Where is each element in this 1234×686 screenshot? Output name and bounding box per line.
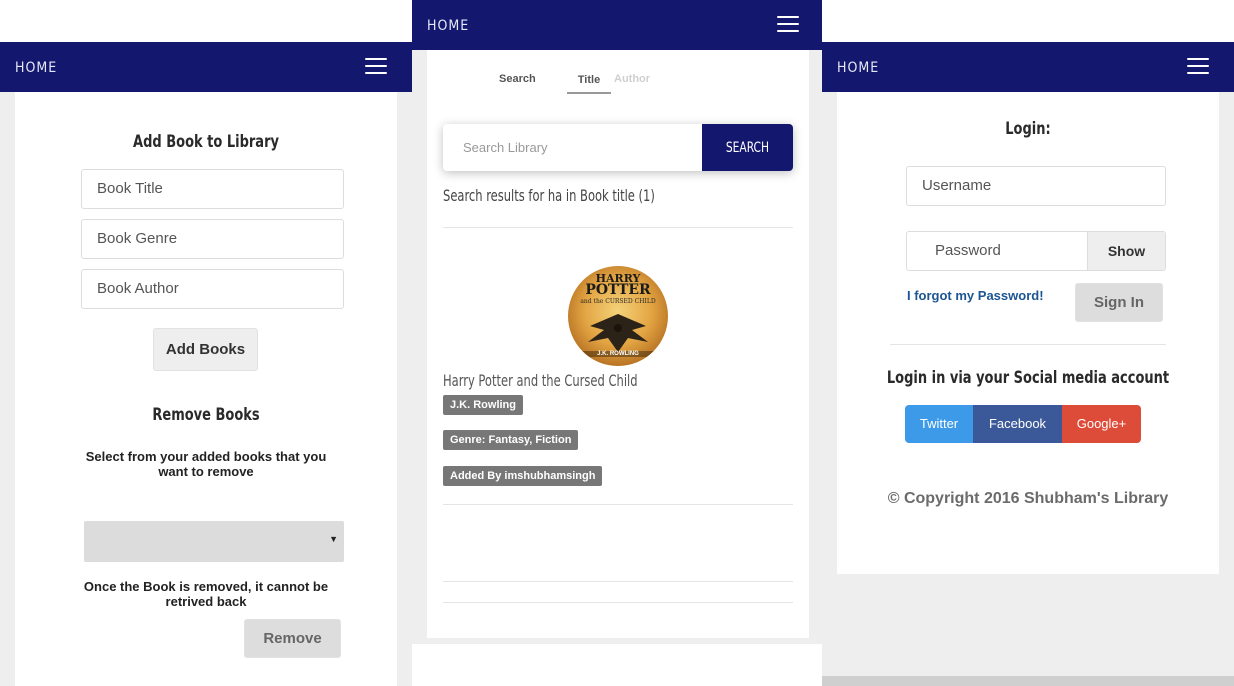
remove-warning: Once the Book is removed, it cannot be r… (83, 579, 329, 609)
author-badge: J.K. Rowling (443, 395, 523, 415)
divider (443, 581, 793, 582)
search-card: Search Title Author Search Library SEARC… (427, 50, 809, 638)
facebook-label: Facebook (988, 416, 1047, 431)
book-author-input[interactable]: Book Author (81, 269, 344, 309)
search-bar: Search Library SEARCH (443, 124, 793, 171)
remove-instruction: Select from your added books that you wa… (85, 449, 327, 479)
library-card: Add Book to Library Book Title Book Genr… (15, 92, 397, 686)
scrollbar-track[interactable] (822, 676, 1234, 686)
hamburger-menu-icon[interactable] (1187, 58, 1209, 74)
add-books-button[interactable]: Add Books (153, 328, 258, 371)
divider (443, 227, 793, 228)
divider (890, 344, 1166, 345)
added-by-badge: Added By imshubhamsingh (443, 466, 603, 486)
book-genre-input[interactable]: Book Genre (81, 219, 344, 259)
show-label: Show (1107, 243, 1146, 259)
remove-button[interactable]: Remove (244, 619, 341, 658)
nav-home-link[interactable]: HOME (837, 60, 879, 76)
right-panel: HOME Login: Username Password Show I for… (822, 42, 1234, 686)
sign-in-button[interactable]: Sign In (1075, 283, 1163, 322)
search-button-label: SEARCH (725, 140, 770, 156)
remove-books-heading: Remove Books (152, 405, 260, 425)
left-panel: HOME Add Book to Library Book Title Book… (0, 42, 412, 686)
forgot-password-link[interactable]: I forgot my Password! (907, 288, 1044, 303)
tab-author[interactable]: Author (614, 73, 650, 85)
twitter-button[interactable]: Twitter (905, 405, 973, 443)
tab-title[interactable]: Title (567, 67, 611, 94)
hamburger-menu-icon[interactable] (777, 16, 799, 32)
add-book-heading: Add Book to Library (133, 132, 279, 152)
dropdown-arrow-icon: ▼ (329, 534, 338, 544)
divider (443, 504, 793, 505)
login-heading: Login: (1005, 119, 1051, 139)
copyright: © Copyright 2016 Shubham's Library (887, 490, 1169, 507)
navbar: HOME (822, 42, 1234, 92)
cover-author: J.K. ROWLING (568, 351, 668, 357)
google-button[interactable]: Google+ (1062, 405, 1141, 443)
navbar: HOME (0, 42, 412, 92)
center-panel: HOME Search Title Author Search Library … (412, 0, 822, 644)
genre-badge: Genre: Fantasy, Fiction (443, 430, 579, 450)
search-label: Search (499, 73, 536, 85)
book-title-input[interactable]: Book Title (81, 169, 344, 209)
login-card: Login: Username Password Show I forgot m… (837, 92, 1219, 574)
navbar: HOME (412, 0, 822, 50)
social-heading: Login in via your Social media account (886, 368, 1170, 388)
google-label: Google+ (1076, 416, 1127, 431)
results-text: Search results for ha in Book title (1) (443, 186, 655, 205)
facebook-button[interactable]: Facebook (973, 405, 1062, 443)
search-button[interactable]: SEARCH (702, 124, 793, 171)
show-password-button[interactable]: Show (1087, 232, 1165, 270)
social-buttons: Twitter Facebook Google+ (905, 405, 1141, 443)
remove-book-select[interactable]: ▼ (84, 521, 344, 562)
search-input[interactable]: Search Library (463, 140, 548, 155)
divider (443, 602, 793, 603)
nav-home-link[interactable]: HOME (427, 18, 469, 34)
hamburger-menu-icon[interactable] (365, 58, 387, 74)
twitter-label: Twitter (919, 416, 959, 431)
nav-home-link[interactable]: HOME (15, 60, 57, 76)
username-input[interactable]: Username (906, 166, 1166, 206)
book-title: Harry Potter and the Cursed Child (443, 371, 638, 390)
book-cover-image: HARRY POTTER and the CURSED CHILD J.K. R… (568, 266, 668, 366)
